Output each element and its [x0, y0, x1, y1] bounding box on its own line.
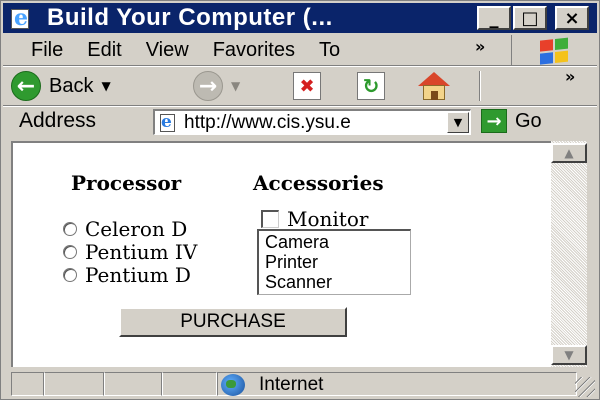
processor-option-label: Pentium D [85, 263, 191, 287]
back-button[interactable]: ← Back ▼ [11, 71, 111, 101]
zone-label: Internet [259, 374, 324, 395]
security-zone: Internet [221, 374, 323, 396]
processor-option-label: Pentium IV [85, 240, 198, 264]
address-value: http://www.cis.ysu.e [184, 111, 351, 133]
address-dropdown-icon[interactable]: ▼ [447, 112, 469, 133]
processor-option-label: Celeron D [85, 217, 188, 241]
minimize-button[interactable]: _ [477, 6, 511, 30]
page-content: Processor Accessories Celeron D Pentium … [11, 141, 551, 367]
back-label: Back [49, 74, 94, 97]
menu-file[interactable]: File [31, 39, 63, 62]
radio-button[interactable] [63, 245, 77, 259]
back-arrow-icon: ← [11, 71, 41, 101]
scroll-up-icon[interactable]: ▲ [551, 143, 587, 163]
window-frame-edge [587, 141, 599, 367]
menu-overflow-chevron-icon[interactable]: » [475, 37, 485, 56]
browser-window: e Build Your Computer (... _ □ × File Ed… [0, 0, 600, 400]
go-button[interactable]: → Go [481, 109, 542, 133]
accessories-heading: Accessories [253, 171, 384, 195]
maximize-button[interactable]: □ [513, 6, 547, 30]
toolbar: ← Back ▼ → ▼ ✖ ↻ » [3, 67, 597, 105]
forward-dropdown-icon[interactable]: ▼ [231, 79, 240, 93]
go-arrow-icon: → [481, 109, 507, 133]
ie-page-icon: e [11, 6, 37, 30]
resize-grip-icon[interactable] [575, 377, 595, 397]
globe-icon [221, 374, 245, 396]
status-bar: Internet [3, 369, 597, 399]
processor-option[interactable]: Pentium D [63, 263, 191, 287]
list-item[interactable]: Camera [265, 232, 404, 252]
toolbar-overflow-chevron-icon[interactable]: » [565, 67, 575, 86]
address-label: Address [19, 109, 97, 132]
monitor-label: Monitor [287, 207, 369, 231]
monitor-checkbox[interactable] [261, 210, 279, 228]
status-pane-divider [161, 372, 163, 396]
forward-button[interactable]: → ▼ [193, 71, 240, 101]
home-icon[interactable] [417, 71, 451, 101]
close-button[interactable]: × [555, 6, 589, 30]
purchase-button[interactable]: PURCHASE [119, 307, 347, 337]
address-input[interactable]: e http://www.cis.ysu.e ▼ [153, 109, 471, 135]
status-text-pane [11, 372, 217, 396]
radio-button[interactable] [63, 222, 77, 236]
back-dropdown-icon[interactable]: ▼ [101, 79, 110, 93]
processor-option[interactable]: Pentium IV [63, 240, 197, 264]
processor-option[interactable]: Celeron D [63, 217, 187, 241]
window-title: Build Your Computer (... [47, 4, 333, 31]
radio-button[interactable] [63, 268, 77, 282]
processor-heading: Processor [71, 171, 182, 195]
scroll-down-icon[interactable]: ▼ [551, 345, 587, 365]
window-controls: _ □ × [477, 6, 589, 30]
list-item[interactable]: Scanner [265, 272, 404, 292]
menu-tools[interactable]: To [319, 39, 340, 62]
address-bar: Address e http://www.cis.ysu.e ▼ → Go [3, 107, 597, 137]
page-icon: e [158, 112, 178, 133]
menu-favorites[interactable]: Favorites [213, 39, 295, 62]
accessories-listbox[interactable]: Camera Printer Scanner [257, 229, 411, 295]
refresh-icon[interactable]: ↻ [357, 72, 385, 100]
windows-flag-icon [539, 37, 570, 65]
windows-logo [511, 35, 597, 67]
monitor-option[interactable]: Monitor [261, 207, 368, 231]
forward-arrow-icon: → [193, 71, 223, 101]
list-item[interactable]: Printer [265, 252, 404, 272]
menu-view[interactable]: View [146, 39, 189, 62]
go-label: Go [515, 109, 542, 132]
status-pane-divider [103, 372, 105, 396]
menu-bar: File Edit View Favorites To [3, 35, 503, 65]
vertical-scrollbar[interactable]: ▲ ▼ [551, 141, 587, 367]
stop-icon[interactable]: ✖ [293, 72, 321, 100]
menu-edit[interactable]: Edit [87, 39, 121, 62]
title-bar[interactable]: e Build Your Computer (... _ □ × [3, 3, 597, 33]
toolbar-divider [479, 71, 481, 101]
status-pane-divider [43, 372, 45, 396]
